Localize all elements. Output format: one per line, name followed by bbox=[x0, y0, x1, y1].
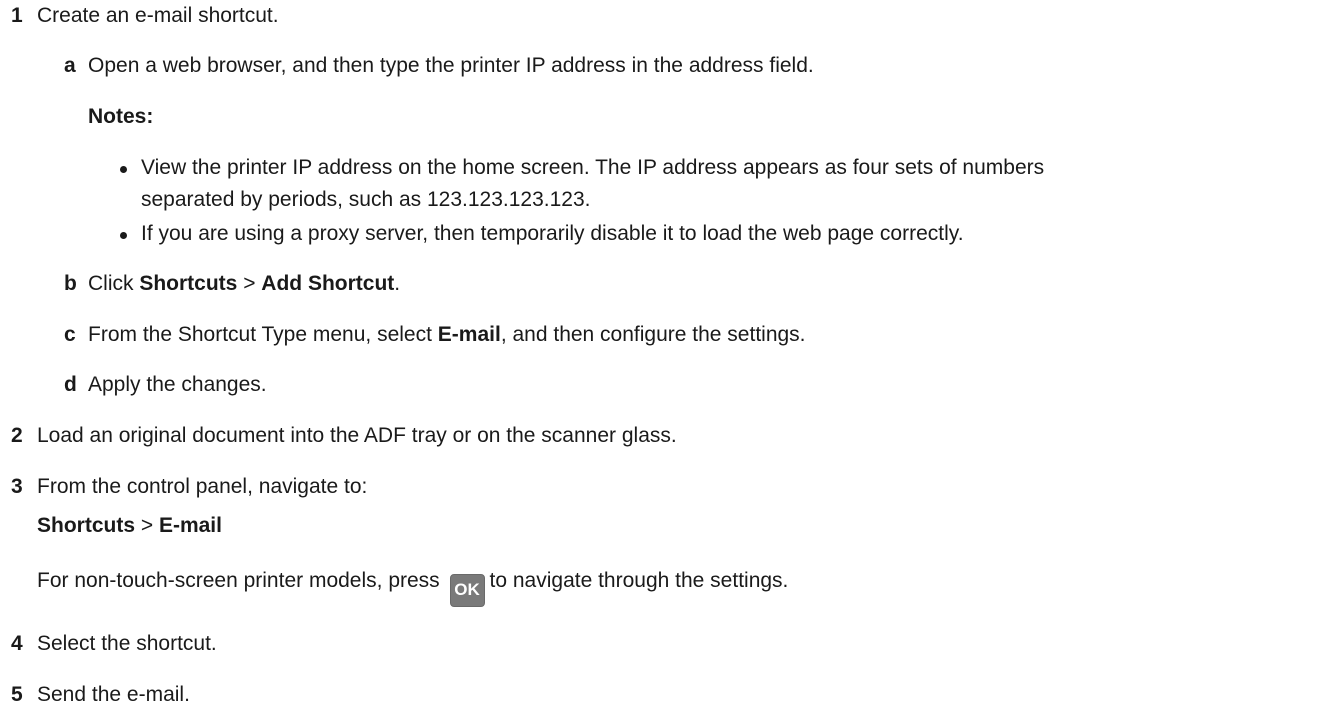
navigation-path: Shortcuts > E-mail bbox=[37, 513, 222, 539]
bullet-icon bbox=[120, 232, 127, 239]
substep-letter-d: d bbox=[64, 373, 77, 396]
note-1-line-2: separated by periods, such as 123.123.12… bbox=[141, 188, 591, 211]
substep-c-prefix: From the Shortcut Type menu, select bbox=[88, 323, 438, 346]
step-1-text: Create an e-mail shortcut. bbox=[37, 4, 279, 27]
step-4-text: Select the shortcut. bbox=[37, 632, 217, 655]
shortcuts-label: Shortcuts bbox=[139, 272, 238, 295]
substep-a-text: Open a web browser, and then type the pr… bbox=[88, 54, 814, 77]
nav-separator: > bbox=[135, 514, 159, 537]
step-2-text: Load an original document into the ADF t… bbox=[37, 424, 677, 447]
substep-letter-b: b bbox=[64, 272, 77, 295]
notes-heading: Notes: bbox=[88, 105, 154, 128]
step-3-text: From the control panel, navigate to: bbox=[37, 475, 368, 498]
substep-b-prefix: Click bbox=[88, 272, 140, 295]
non-touch-prefix: For non-touch-screen printer models, pre… bbox=[37, 569, 446, 592]
non-touch-suffix: to navigate through the settings. bbox=[489, 569, 789, 592]
substep-c-suffix: , and then configure the settings. bbox=[500, 323, 806, 346]
substep-d-text: Apply the changes. bbox=[88, 373, 267, 396]
add-shortcut-label: Add Shortcut bbox=[261, 272, 395, 295]
step-number-1: 1 bbox=[11, 4, 23, 27]
nav-email: E-mail bbox=[158, 514, 222, 537]
step-number-3: 3 bbox=[11, 475, 23, 498]
step-5-text: Send the e-mail. bbox=[37, 683, 190, 706]
step-number-4: 4 bbox=[11, 632, 23, 655]
email-label: E-mail bbox=[437, 323, 501, 346]
substep-b-suffix: . bbox=[394, 272, 401, 295]
nav-shortcuts: Shortcuts bbox=[37, 514, 136, 537]
substep-letter-a: a bbox=[64, 54, 76, 77]
step-number-5: 5 bbox=[11, 683, 23, 706]
substep-c-text: From the Shortcut Type menu, select E-ma… bbox=[88, 322, 806, 348]
ok-button-icon: OK bbox=[449, 574, 485, 607]
document-page: 1 Create an e-mail shortcut. a Open a we… bbox=[0, 0, 1340, 717]
non-touch-instruction: For non-touch-screen printer models, pre… bbox=[37, 568, 788, 607]
nav-separator: > bbox=[237, 272, 262, 295]
note-2-text: If you are using a proxy server, then te… bbox=[141, 222, 964, 245]
bullet-icon bbox=[120, 166, 127, 173]
substep-letter-c: c bbox=[64, 323, 76, 346]
substep-b-text: Click Shortcuts > Add Shortcut. bbox=[88, 271, 400, 297]
note-1-line-1: View the printer IP address on the home … bbox=[141, 156, 1045, 179]
step-number-2: 2 bbox=[11, 424, 23, 447]
